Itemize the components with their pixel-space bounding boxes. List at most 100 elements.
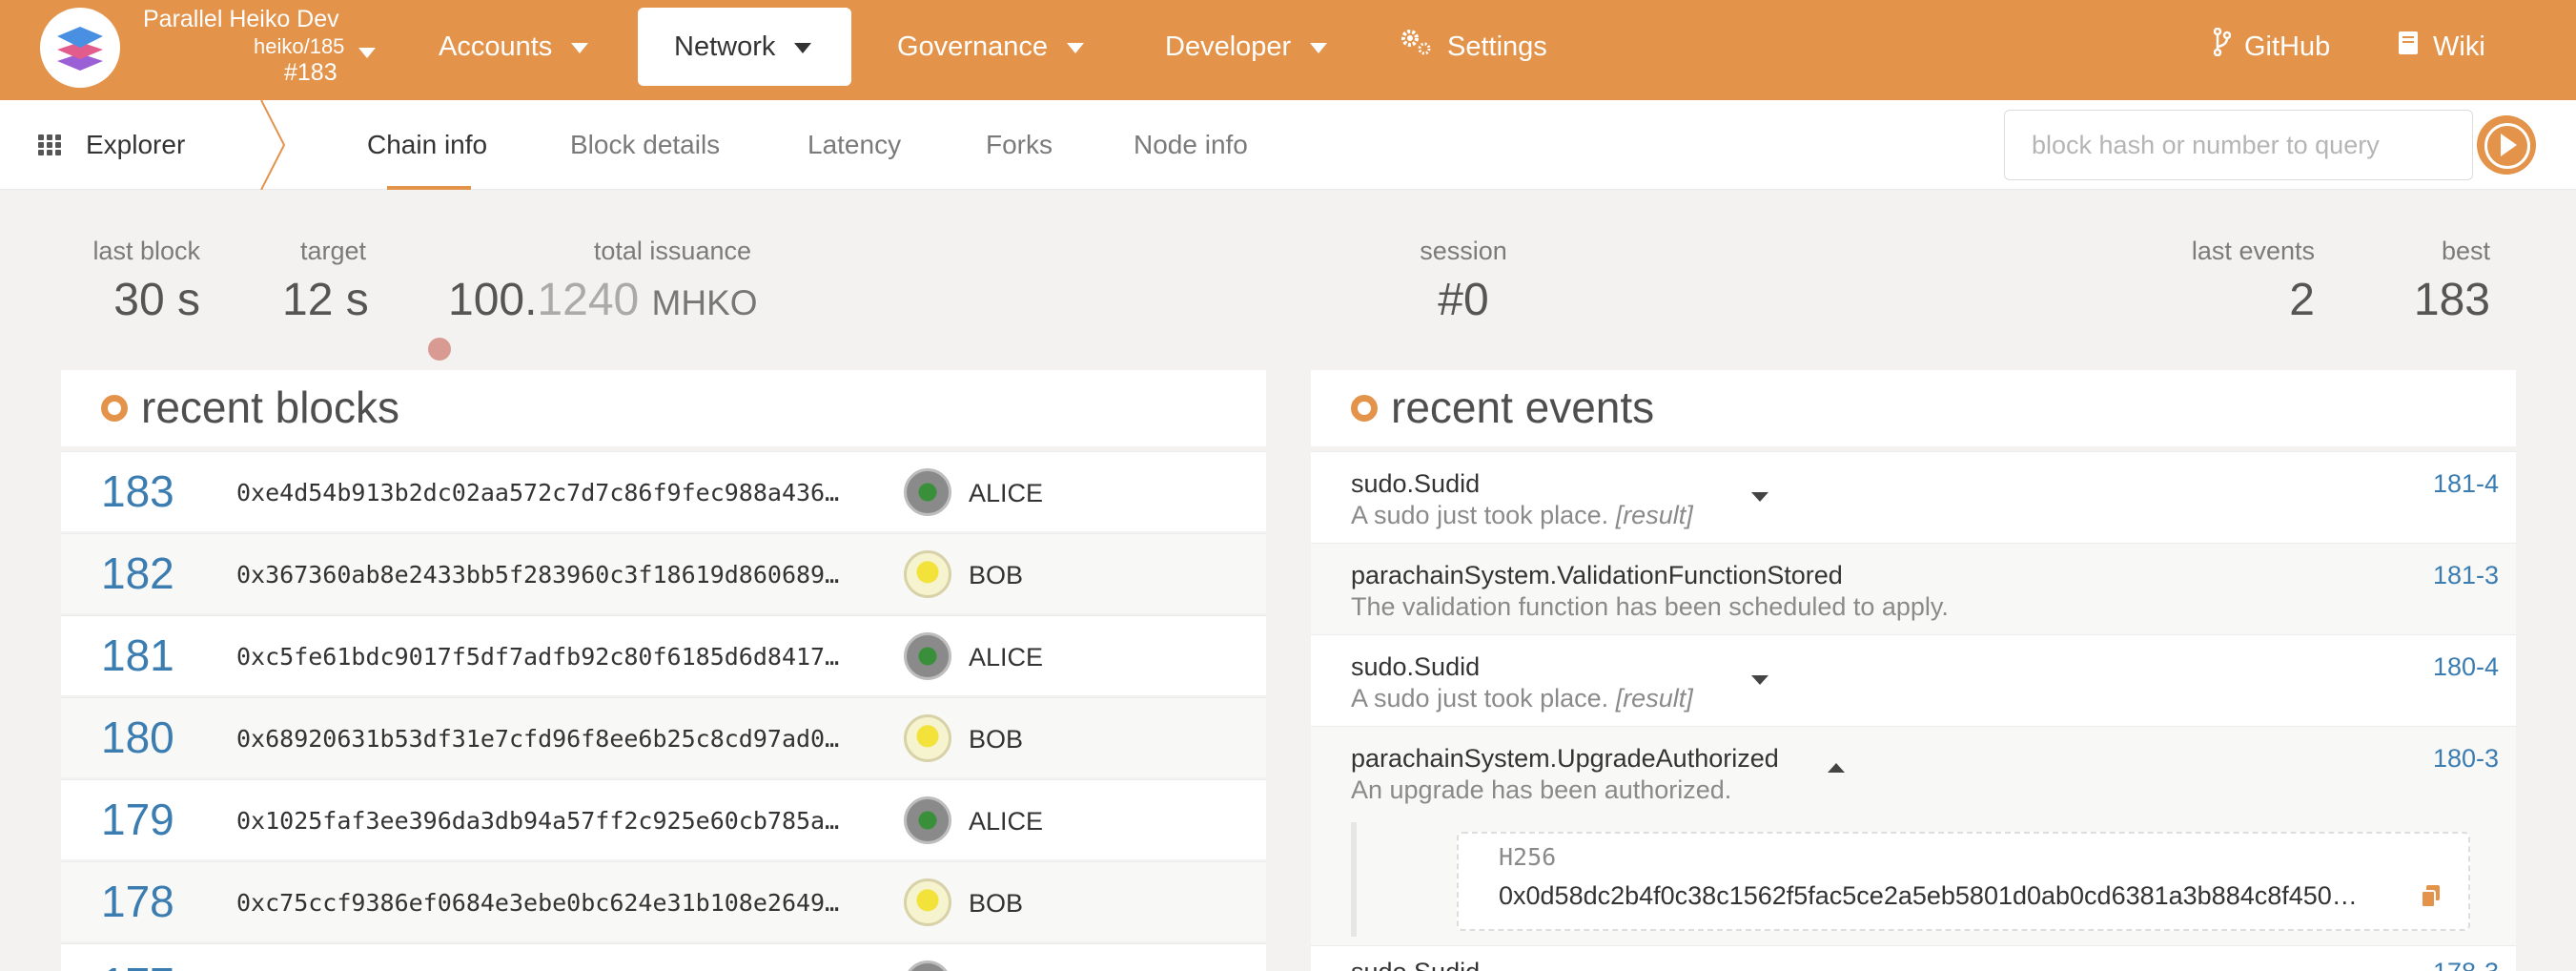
stat-best: best 183: [2402, 237, 2490, 326]
stat-last-block: last block 30 s: [86, 237, 200, 326]
block-author: BOB: [969, 725, 1024, 754]
block-author: BOB: [969, 561, 1024, 589]
table-row[interactable]: 178 0xc75ccf9386ef0684e3ebe0bc624e31b108…: [61, 861, 1266, 941]
chevron-down-icon: [571, 42, 589, 53]
chevron-up-icon[interactable]: [1828, 763, 1845, 773]
explorer-label: Explorer: [86, 130, 186, 159]
event-param-field[interactable]: H256 0x0d58dc2b4f0c38c1562f5fac5ce2a5eb5…: [1457, 832, 2470, 931]
nav-developer[interactable]: Developer: [1165, 8, 1328, 86]
chevron-down-icon: [358, 48, 376, 58]
avatar[interactable]: [904, 878, 951, 926]
chevron-down-icon: [1067, 42, 1084, 53]
event-description: A sudo just took place. [result]: [1351, 684, 1693, 713]
table-row[interactable]: 183 0xe4d54b913b2dc02aa572c7d7c86f9fec98…: [61, 451, 1266, 531]
block-number-link[interactable]: 182: [101, 547, 174, 599]
list-item[interactable]: sudo.Sudid A sudo just took place. [resu…: [1311, 451, 2516, 543]
block-hash: 0xc75ccf9386ef0684e3ebe0bc624e31b108e264…: [236, 889, 840, 917]
explorer-menu[interactable]: Explorer: [38, 100, 185, 190]
avatar[interactable]: [904, 632, 951, 680]
avatar[interactable]: [904, 961, 951, 971]
nav-accounts-label: Accounts: [439, 31, 553, 62]
list-item[interactable]: sudo.Sudid A sudo just took place. [resu…: [1311, 634, 2516, 726]
chain-version: heiko/185: [254, 34, 345, 58]
recent-blocks-title: recent blocks: [101, 382, 399, 433]
event-ref-link[interactable]: 180-4: [2433, 652, 2499, 682]
block-number-link[interactable]: 183: [101, 465, 174, 517]
avatar[interactable]: [904, 468, 951, 516]
list-item[interactable]: parachainSystem.UpgradeAuthorized An upg…: [1311, 726, 2516, 945]
stat-value: 12 s: [282, 275, 369, 325]
event-description: An upgrade has been authorized.: [1351, 775, 1732, 804]
event-name: sudo.Sudid: [1351, 469, 1481, 498]
block-hash: 0x68920631b53df31e7cfd96f8ee6b25c8cd97ad…: [236, 725, 840, 753]
recent-blocks-header: recent blocks: [61, 370, 1266, 446]
event-name: parachainSystem.UpgradeAuthorized: [1351, 744, 1779, 773]
avatar[interactable]: [904, 550, 951, 598]
event-description-text: A sudo just took place.: [1351, 684, 1609, 713]
block-number-link[interactable]: 181: [101, 630, 174, 681]
nav-network[interactable]: Network: [638, 8, 851, 86]
block-hash: 0xe4d54b913b2dc02aa572c7d7c86f9fec988a43…: [236, 479, 840, 506]
block-query-input[interactable]: [2004, 110, 2473, 180]
parallel-logo-icon[interactable]: [40, 8, 120, 88]
tab-latency[interactable]: Latency: [808, 100, 901, 190]
block-number-link[interactable]: 177: [101, 958, 174, 971]
event-tag: [result]: [1615, 501, 1693, 529]
play-icon[interactable]: [2477, 115, 2536, 175]
tab-node-info[interactable]: Node info: [1134, 100, 1248, 190]
nav-network-label: Network: [674, 31, 776, 62]
stat-value: 100.1240 MHKO: [448, 274, 758, 326]
issuance-unit: MHKO: [651, 283, 758, 322]
active-tab-indicator: [387, 186, 471, 190]
event-name: sudo.Sudid: [1351, 958, 1480, 971]
nav-governance-label: Governance: [897, 31, 1048, 62]
table-row[interactable]: 181 0xc5fe61bdc9017f5df7adfb92c80f6185d6…: [61, 615, 1266, 695]
chevron-down-icon[interactable]: [1751, 492, 1768, 502]
nav-accounts[interactable]: Accounts: [439, 8, 589, 86]
stat-value: 183: [2413, 275, 2490, 325]
avatar[interactable]: [904, 714, 951, 762]
block-author: ALICE: [969, 643, 1044, 671]
avatar[interactable]: [904, 796, 951, 844]
event-ref-link[interactable]: 181-4: [2433, 469, 2499, 499]
chevron-down-icon: [1310, 42, 1328, 53]
event-ref-link[interactable]: 178-3: [2433, 958, 2499, 971]
copy-icon[interactable]: [2421, 885, 2442, 908]
table-row[interactable]: 182 0x367360ab8e2433bb5f283960c3f18619d8…: [61, 533, 1266, 613]
event-ref-link[interactable]: 181-3: [2433, 561, 2499, 590]
block-author: ALICE: [969, 807, 1044, 836]
recent-events-title: recent events: [1351, 382, 1654, 433]
nav-wiki-label: Wiki: [2433, 31, 2485, 62]
stat-total-issuance: total issuance 100.1240 MHKO: [448, 237, 758, 326]
block-number-link[interactable]: 179: [101, 794, 174, 845]
block-author: BOB: [969, 889, 1024, 918]
nav-settings[interactable]: Settings: [1400, 8, 1547, 86]
table-row[interactable]: 179 0x1025faf3ee396da3db94a57ff2c925e60c…: [61, 779, 1266, 859]
block-number-link[interactable]: 178: [101, 876, 174, 927]
nav-governance[interactable]: Governance: [897, 8, 1084, 86]
block-number-link[interactable]: 180: [101, 712, 174, 763]
nav-github-link[interactable]: GitHub: [2213, 8, 2330, 87]
chevron-down-icon[interactable]: [1751, 675, 1768, 685]
tab-block-details[interactable]: Block details: [570, 100, 720, 190]
tab-chain-info[interactable]: Chain info: [367, 100, 487, 190]
grid-icon: [38, 134, 65, 155]
list-item[interactable]: sudo.Sudid 178-3: [1311, 945, 2516, 971]
param-indent-bar: [1351, 822, 1357, 937]
list-item[interactable]: parachainSystem.ValidationFunctionStored…: [1311, 543, 2516, 634]
stat-label: session: [1420, 237, 1507, 265]
event-name: sudo.Sudid: [1351, 652, 1481, 681]
table-row[interactable]: 180 0x68920631b53df31e7cfd96f8ee6b25c8cd…: [61, 697, 1266, 777]
event-name: parachainSystem.ValidationFunctionStored: [1351, 561, 1843, 589]
code-branch-icon: [2213, 9, 2232, 87]
nav-settings-label: Settings: [1447, 31, 1547, 62]
tab-forks[interactable]: Forks: [986, 100, 1053, 190]
nav-wiki-link[interactable]: Wiki: [2397, 8, 2485, 86]
event-description: The validation function has been schedul…: [1351, 592, 1949, 621]
param-value: 0x0d58dc2b4f0c38c1562f5fac5ce2a5eb5801d0…: [1499, 881, 2358, 910]
table-row[interactable]: 177: [61, 943, 1266, 971]
stat-label: last block: [92, 237, 200, 265]
event-ref-link[interactable]: 180-3: [2433, 744, 2499, 774]
issuance-whole: 100.: [448, 275, 538, 325]
recent-events-title-text: recent events: [1391, 382, 1655, 432]
